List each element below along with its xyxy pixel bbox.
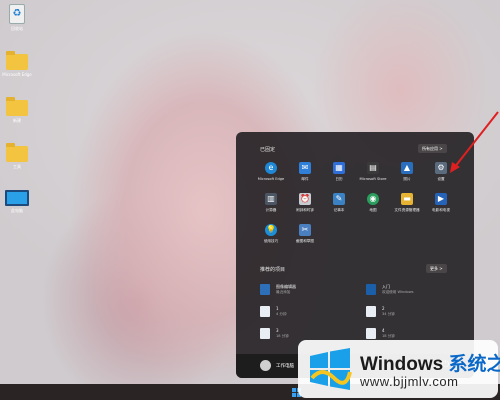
edge-icon: e bbox=[265, 162, 277, 174]
recommended-item-name: 1 bbox=[276, 306, 279, 311]
watermark-title: Windows 系统之家 bbox=[360, 349, 500, 376]
file-icon bbox=[260, 328, 270, 339]
pinned-app-mail[interactable]: ✉ 邮件 bbox=[288, 162, 322, 187]
pinned-app-calculator[interactable]: ▥ 计算器 bbox=[254, 193, 288, 218]
recycle-bin-icon: ♻ bbox=[9, 4, 25, 24]
map-icon: ◉ bbox=[367, 193, 379, 205]
pinned-app-tips[interactable]: 💡 使用技巧 bbox=[254, 224, 288, 249]
pinned-app-file-explorer[interactable]: ▬ 文件资源管理器 bbox=[390, 193, 424, 218]
desktop-icon-this-pc[interactable]: 此电脑 bbox=[2, 190, 32, 213]
folder-icon bbox=[6, 51, 28, 70]
image-editor-icon bbox=[260, 284, 270, 295]
pinned-app-label: 设置 bbox=[437, 177, 445, 181]
file-icon bbox=[260, 306, 270, 317]
pinned-app-microsoft-store[interactable]: ▤ Microsoft Store bbox=[356, 162, 390, 187]
recommended-item-get-started[interactable]: 入门 欢迎使用 Windows bbox=[366, 282, 466, 298]
pinned-app-alarms-clock[interactable]: ⏰ 闹钟和时钟 bbox=[288, 193, 322, 218]
pinned-app-label: Microsoft Store bbox=[359, 177, 387, 181]
desktop-icon-tools-folder[interactable]: 工具 bbox=[2, 143, 32, 169]
pinned-app-label: 计算器 bbox=[265, 208, 277, 212]
folder-icon bbox=[6, 143, 28, 162]
gear-icon: ⚙ bbox=[435, 162, 447, 174]
pinned-app-label: 截图和草图 bbox=[296, 239, 314, 243]
folder-icon: ▬ bbox=[401, 193, 413, 205]
recommended-item-file-2[interactable]: 2 34 分钟 bbox=[366, 304, 466, 320]
monitor-icon bbox=[5, 190, 29, 206]
photos-icon: ▲ bbox=[401, 162, 413, 174]
mail-icon: ✉ bbox=[299, 162, 311, 174]
pinned-app-label: 文件资源管理器 bbox=[394, 208, 420, 212]
pinned-app-maps[interactable]: ◉ 地图 bbox=[356, 193, 390, 218]
annotation-arrow-icon bbox=[450, 111, 499, 173]
watermark-badge: Windows 系统之家 www.bjjmlv.com bbox=[298, 340, 500, 398]
recommended-item-image-editor[interactable]: 图像编辑器 最近添加 bbox=[260, 282, 360, 298]
recommended-item-file-1[interactable]: 1 4 分钟 bbox=[260, 304, 360, 320]
pinned-app-label: 邮件 bbox=[301, 177, 309, 181]
recommended-item-subtitle: 34 分钟 bbox=[382, 312, 395, 316]
pinned-app-label: 电影和电视 bbox=[432, 208, 450, 212]
pinned-apps-grid: e Microsoft Edge ✉ 邮件 ▦ 日历 ▤ Microsoft Store… bbox=[254, 162, 460, 249]
recommended-item-subtitle: 最近添加 bbox=[276, 290, 291, 294]
store-icon: ▤ bbox=[367, 162, 379, 174]
windows-logo-icon bbox=[310, 348, 352, 390]
file-icon bbox=[366, 328, 376, 339]
tips-icon: 💡 bbox=[265, 224, 277, 236]
pinned-app-photos[interactable]: ▲ 照片 bbox=[390, 162, 424, 187]
calendar-icon: ▦ bbox=[333, 162, 345, 174]
pinned-app-label: Microsoft Edge bbox=[257, 177, 285, 181]
recommended-item-name: 2 bbox=[382, 306, 385, 311]
pinned-app-label: 日历 bbox=[335, 177, 343, 181]
desktop-icon-label: Microsoft Edge bbox=[2, 72, 32, 77]
folder-icon bbox=[6, 97, 28, 116]
avatar[interactable] bbox=[260, 360, 271, 371]
snip-icon: ✂ bbox=[299, 224, 311, 236]
more-button[interactable]: 更多 > bbox=[426, 264, 447, 273]
pinned-app-label: 地图 bbox=[369, 208, 377, 212]
notepad-icon: ✎ bbox=[333, 193, 345, 205]
all-apps-button[interactable]: 所有应用 > bbox=[418, 144, 447, 153]
pinned-app-label: 使用技巧 bbox=[263, 239, 279, 243]
desktop-icon-label: 工具 bbox=[13, 164, 21, 169]
file-icon bbox=[366, 306, 376, 317]
recommended-section-title: 推荐的项目 bbox=[260, 267, 286, 273]
desktop-icon-label: 回收站 bbox=[11, 26, 23, 31]
recommended-item-name: 4 bbox=[382, 328, 385, 333]
recommended-item-name: 3 bbox=[276, 328, 279, 333]
pinned-app-movies-tv[interactable]: ▶ 电影和电视 bbox=[424, 193, 458, 218]
recommended-item-subtitle: 18 分钟 bbox=[382, 334, 395, 338]
desktop-icon-recycle-bin[interactable]: ♻ 回收站 bbox=[2, 4, 32, 31]
calculator-icon: ▥ bbox=[265, 193, 277, 205]
pinned-app-snipping-tool[interactable]: ✂ 截图和草图 bbox=[288, 224, 322, 249]
watermark-url: www.bjjmlv.com bbox=[360, 374, 459, 389]
pinned-app-calendar[interactable]: ▦ 日历 bbox=[322, 162, 356, 187]
recommended-item-subtitle: 4 分钟 bbox=[276, 312, 287, 316]
get-started-icon bbox=[366, 284, 376, 295]
desktop-icon-edge-folder[interactable]: Microsoft Edge bbox=[2, 51, 32, 77]
desktop-icon-label: 新建 bbox=[13, 118, 21, 123]
recommended-item-subtitle: 欢迎使用 Windows bbox=[382, 290, 414, 294]
clock-icon: ⏰ bbox=[299, 193, 311, 205]
desktop-icon-new-folder[interactable]: 新建 bbox=[2, 97, 32, 123]
watermark-brand: Windows bbox=[360, 354, 444, 375]
movies-icon: ▶ bbox=[435, 193, 447, 205]
recommended-item-subtitle: 18 分钟 bbox=[276, 334, 289, 338]
pinned-app-label: 记事本 bbox=[333, 208, 345, 212]
user-name[interactable]: 工作电脑 bbox=[276, 363, 294, 369]
pinned-app-microsoft-edge[interactable]: e Microsoft Edge bbox=[254, 162, 288, 187]
pinned-app-label: 照片 bbox=[403, 177, 411, 181]
pinned-section-title: 已固定 bbox=[260, 147, 276, 153]
desktop-icon-label: 此电脑 bbox=[11, 208, 23, 213]
pinned-app-label: 闹钟和时钟 bbox=[296, 208, 314, 212]
watermark-brand-cn: 系统之家 bbox=[448, 354, 500, 375]
pinned-app-notepad[interactable]: ✎ 记事本 bbox=[322, 193, 356, 218]
